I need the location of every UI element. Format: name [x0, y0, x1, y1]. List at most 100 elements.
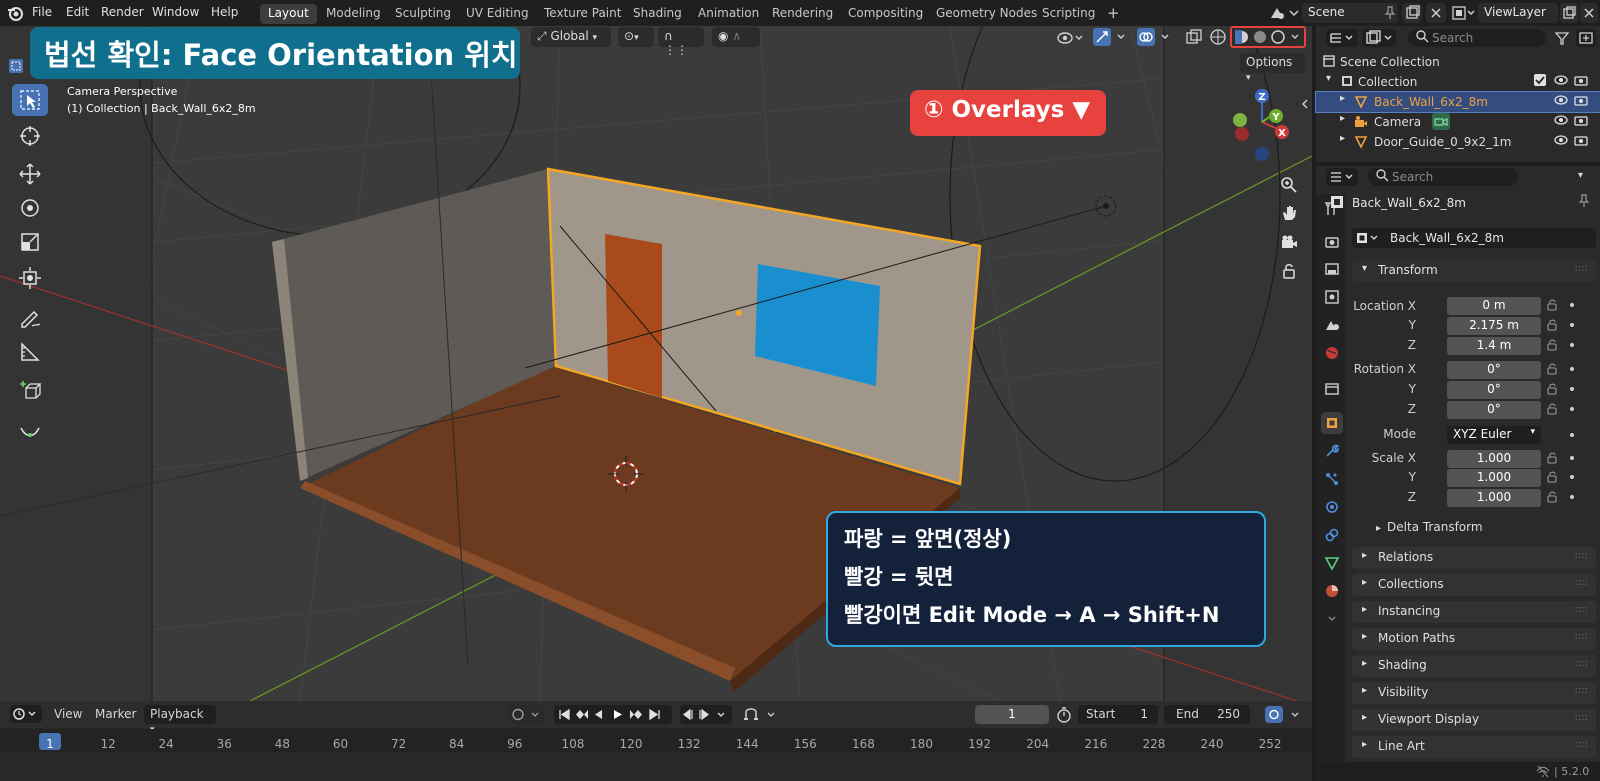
transform-orientation-dropdown[interactable]: ⤢ Global ▾: [531, 27, 611, 47]
chevron-down-icon[interactable]: ▾: [1578, 170, 1583, 181]
drag-handle-icon[interactable]: ::::: [1575, 739, 1588, 750]
tab-sculpting[interactable]: Sculpting: [387, 4, 459, 24]
blender-logo-icon[interactable]: [6, 4, 24, 22]
auto-keying-toggle[interactable]: [508, 705, 544, 724]
keyframe-dot-icon[interactable]: [1570, 495, 1574, 499]
select-mode-icon[interactable]: [8, 58, 24, 74]
tab-shading[interactable]: Shading: [625, 4, 690, 24]
drag-handle-icon[interactable]: ::::: [1575, 685, 1588, 696]
current-frame-field[interactable]: 1: [975, 705, 1049, 724]
chevron-down-icon[interactable]: [1321, 608, 1343, 630]
pan-hand-icon[interactable]: [1276, 200, 1302, 226]
options-dropdown[interactable]: Options ▾: [1240, 53, 1306, 83]
lock-icon[interactable]: [1546, 319, 1558, 331]
timeline-editor[interactable]: View Marker Playback ▾ 1 Start 1 End 250: [0, 701, 1312, 781]
keyframe-dot-icon[interactable]: [1570, 387, 1574, 391]
keyframe-dot-icon[interactable]: [1570, 343, 1574, 347]
properties-editor-type-icon[interactable]: [1326, 168, 1358, 186]
object-browse-icon[interactable]: [1352, 228, 1382, 248]
rotation-z-field[interactable]: 0°: [1447, 401, 1541, 419]
menu-help[interactable]: Help: [211, 5, 238, 19]
measure-tool[interactable]: [12, 336, 48, 368]
shading-mode-group[interactable]: [1230, 26, 1306, 48]
filter-icon[interactable]: [1552, 29, 1572, 47]
view-layer-icon[interactable]: [1450, 4, 1478, 22]
editor-type-icon[interactable]: [10, 705, 42, 723]
add-cube-tool[interactable]: [12, 376, 48, 408]
sync-dropdown[interactable]: [1262, 705, 1306, 724]
tab-rendering[interactable]: Rendering: [764, 4, 841, 24]
panel-motion-paths[interactable]: ▸ Motion Paths::::: [1352, 628, 1596, 650]
keyframe-nav[interactable]: [680, 705, 732, 724]
navigation-gizmo[interactable]: Z X Y: [1222, 86, 1292, 162]
panel-collections[interactable]: ▸ Collections::::: [1352, 574, 1596, 596]
pin-icon[interactable]: [1578, 194, 1590, 211]
tab-compositing[interactable]: Compositing: [840, 4, 931, 24]
extrude-tool[interactable]: [12, 414, 48, 446]
drag-handle-icon[interactable]: ::::: [1575, 550, 1588, 561]
menu-file[interactable]: File: [32, 5, 52, 19]
scale-tool[interactable]: [12, 226, 48, 258]
drag-handle-icon[interactable]: ::::: [1575, 263, 1588, 274]
location-x-field[interactable]: 0 m: [1447, 297, 1541, 315]
material-tab-icon[interactable]: [1321, 580, 1343, 602]
menu-window[interactable]: Window: [152, 5, 199, 19]
lock-icon[interactable]: [1546, 363, 1558, 375]
frame-ruler[interactable]: [0, 729, 1312, 753]
lock-icon[interactable]: [1546, 452, 1558, 464]
outliner-item-door-guide[interactable]: ▸ Door_Guide_0_9x2_1m: [1316, 132, 1600, 152]
zoom-icon[interactable]: [1276, 172, 1302, 198]
drag-handle-icon[interactable]: ::::: [1575, 604, 1588, 615]
snap-toggle[interactable]: ∩ ⋮⋮: [658, 27, 704, 57]
delete-view-layer-icon[interactable]: [1580, 3, 1598, 23]
eye-icon[interactable]: [1554, 114, 1568, 129]
eye-icon[interactable]: [1554, 134, 1568, 149]
lock-icon[interactable]: [1546, 339, 1558, 351]
stopwatch-icon[interactable]: [1055, 705, 1073, 724]
3d-viewport[interactable]: ⤢ Global ▾ ⊙▾ ∩ ⋮⋮ ◉ ∧ Options ▾ Camera …: [0, 26, 1312, 701]
render-camera-icon[interactable]: [1574, 134, 1588, 149]
eye-icon[interactable]: [1554, 74, 1568, 89]
panel-relations[interactable]: ▸ Relations::::: [1352, 547, 1596, 569]
transform-tool[interactable]: [12, 262, 48, 294]
properties-search-field[interactable]: Search: [1368, 168, 1518, 186]
drag-handle-icon[interactable]: ::::: [1575, 658, 1588, 669]
pin-icon[interactable]: [1384, 6, 1396, 20]
outliner-collection[interactable]: ▾ Collection: [1316, 72, 1600, 92]
tab-texture-paint[interactable]: Texture Paint: [536, 4, 629, 24]
tab-scripting[interactable]: Scripting: [1034, 4, 1103, 24]
scale-x-field[interactable]: 1.000: [1447, 450, 1541, 468]
object-name-field[interactable]: Back_Wall_6x2_8m: [1382, 228, 1596, 248]
render-camera-icon[interactable]: [1574, 114, 1588, 129]
keyframe-dot-icon[interactable]: [1570, 367, 1574, 371]
drag-handle-icon[interactable]: ::::: [1575, 631, 1588, 642]
expand-arrow-icon[interactable]: ▸: [1340, 93, 1345, 104]
lock-icon[interactable]: [1546, 491, 1558, 503]
render-camera-icon[interactable]: [1574, 94, 1588, 109]
end-frame-field[interactable]: End 250: [1164, 705, 1250, 724]
data-tab-icon[interactable]: [1321, 552, 1343, 574]
tab-modeling[interactable]: Modeling: [318, 4, 389, 24]
pivot-point-dropdown[interactable]: ⊙▾: [618, 27, 654, 47]
tab-layout[interactable]: Layout: [260, 4, 317, 24]
render-tab-icon[interactable]: [1321, 230, 1343, 252]
rotate-tool[interactable]: [12, 192, 48, 224]
display-mode-icon[interactable]: [1362, 29, 1396, 47]
panel-visibility[interactable]: ▸ Visibility::::: [1352, 682, 1596, 704]
tab-geometry-nodes[interactable]: Geometry Nodes: [928, 4, 1045, 24]
output-tab-icon[interactable]: [1321, 258, 1343, 280]
cursor-tool[interactable]: [12, 120, 48, 152]
proportional-editing-toggle[interactable]: ◉ ∧: [712, 27, 760, 47]
panel-viewport-display[interactable]: ▸ Viewport Display::::: [1352, 709, 1596, 731]
new-scene-icon[interactable]: [1402, 3, 1422, 23]
render-camera-icon[interactable]: [1574, 74, 1588, 89]
keyframe-dot-icon[interactable]: [1570, 323, 1574, 327]
constraints-tab-icon[interactable]: [1321, 524, 1343, 546]
scene-selector-icon[interactable]: [1268, 4, 1302, 22]
snapping-dropdown[interactable]: [740, 705, 782, 724]
playback-controls[interactable]: [554, 705, 672, 724]
lock-icon[interactable]: [1546, 471, 1558, 483]
transform-panel-header[interactable]: ▾ Transform ::::: [1352, 260, 1596, 282]
panel-line-art[interactable]: ▸ Line Art::::: [1352, 736, 1596, 758]
outliner-editor-type-icon[interactable]: [1326, 29, 1358, 47]
